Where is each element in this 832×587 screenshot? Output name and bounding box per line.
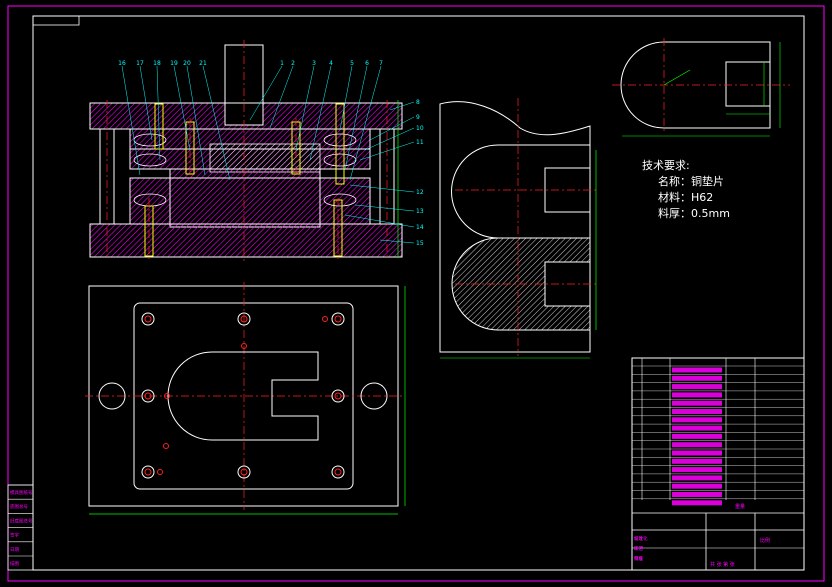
tb-label: 批准 bbox=[634, 555, 643, 562]
tb-label: 工艺 bbox=[634, 546, 643, 552]
balloon-18: 18 bbox=[153, 60, 161, 67]
screw-hole bbox=[141, 312, 155, 326]
tech-req-name: 名称：铜垫片 bbox=[658, 175, 724, 188]
tb-sheet: 共 张 第 张 bbox=[710, 561, 735, 568]
die-plan-view bbox=[85, 282, 406, 515]
tb-label: 标准化 bbox=[634, 535, 648, 542]
balloon-9: 9 bbox=[416, 114, 420, 121]
balloon-20: 20 bbox=[183, 60, 191, 67]
balloon-12: 12 bbox=[416, 189, 424, 196]
balloon-5: 5 bbox=[350, 60, 354, 67]
screw-hole bbox=[331, 312, 345, 326]
blank-outline-upper bbox=[451, 144, 591, 239]
pin-hole bbox=[322, 316, 328, 322]
part-balloons-right: 8 9 10 11 12 13 14 15 bbox=[416, 99, 424, 247]
strip-label: 日期 bbox=[10, 547, 19, 553]
balloon-7: 7 bbox=[379, 60, 383, 67]
balloon-8: 8 bbox=[416, 99, 420, 106]
part-slot bbox=[725, 61, 771, 107]
balloon-1: 1 bbox=[280, 60, 284, 67]
balloon-15: 15 bbox=[416, 240, 424, 247]
tech-req-thickness: 料厚：0.5mm bbox=[658, 207, 730, 220]
balloon-6: 6 bbox=[365, 60, 369, 67]
balloon-13: 13 bbox=[416, 208, 424, 215]
spring-zone bbox=[209, 143, 321, 173]
tech-req-title: 技术要求: bbox=[642, 159, 690, 172]
screw-hole bbox=[331, 465, 345, 479]
strip-label: 旧底图总号 bbox=[10, 517, 33, 524]
corner-code-box bbox=[32, 15, 80, 26]
left-strip: 模具图纸号底图总号旧底图总号签字日期描图 bbox=[7, 484, 34, 571]
balloon-4: 4 bbox=[329, 60, 333, 67]
screw-hole bbox=[141, 465, 155, 479]
balloon-17: 17 bbox=[136, 60, 144, 67]
balloon-11: 11 bbox=[416, 139, 424, 146]
part-drawing bbox=[612, 38, 790, 137]
balloon-2: 2 bbox=[291, 60, 295, 67]
tb-weight: 重量 bbox=[735, 503, 745, 510]
title-block bbox=[631, 357, 805, 571]
tb-scale: 比例 bbox=[760, 537, 770, 544]
tech-req-material: 材料：H62 bbox=[658, 191, 714, 204]
die-section-view bbox=[89, 40, 415, 262]
balloon-3: 3 bbox=[312, 60, 316, 67]
balloon-10: 10 bbox=[416, 125, 424, 132]
strip-label: 底图总号 bbox=[10, 503, 28, 510]
strip-layout-view bbox=[439, 98, 597, 359]
lower-base-plate bbox=[89, 223, 403, 258]
balloon-16: 16 bbox=[118, 60, 126, 67]
balloon-21: 21 bbox=[199, 60, 207, 67]
cad-drawing: 16 17 18 19 20 21 1 2 3 4 5 6 7 89101112131415 bbox=[7, 5, 825, 582]
pin-hole bbox=[163, 443, 169, 449]
balloon-14: 14 bbox=[416, 224, 424, 231]
strip-label: 描图 bbox=[10, 560, 19, 567]
balloon-19: 19 bbox=[170, 60, 178, 67]
part-balloons-top: 16 17 18 19 20 21 1 2 3 4 5 6 7 bbox=[118, 60, 383, 67]
technical-requirements: 技术要求: 名称：铜垫片 材料：H62 料厚：0.5mm bbox=[642, 158, 762, 220]
strip-label: 签字 bbox=[10, 532, 19, 539]
pin-hole bbox=[157, 469, 163, 475]
strip-label: 模具图纸号 bbox=[10, 489, 33, 496]
